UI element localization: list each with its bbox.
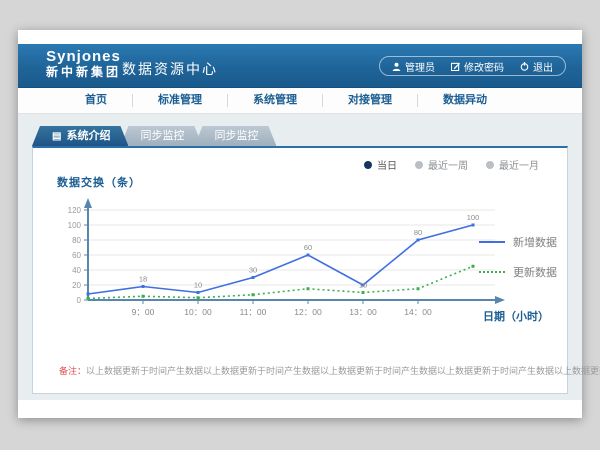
note-prefix: 备注： [59,366,86,376]
svg-text:40: 40 [72,266,81,275]
nav-item-data-change[interactable]: 数据异动 [418,94,512,107]
x-axis-title: 日期（小时） [483,308,549,324]
radio-icon [415,161,423,169]
change-password-label: 修改密码 [464,59,504,74]
tab-bar: ▤ 系统介绍 同步监控 同步监控 [32,126,268,146]
tab-label: 同步监控 [214,130,258,142]
dotted-line-swatch-icon [479,271,505,273]
legend-label: 更新数据 [513,264,557,280]
change-password-button[interactable]: 修改密码 [451,59,504,74]
radio-today[interactable]: 当日 [364,157,397,172]
nav-item-standard-mgmt[interactable]: 标准管理 [133,94,228,107]
svg-text:11：00: 11：00 [240,307,267,317]
user-icon [392,62,401,71]
svg-text:80: 80 [72,236,81,245]
logo-text-cn: 新中新集团 [46,66,121,79]
radio-label: 最近一月 [499,157,539,172]
radio-label: 当日 [377,157,397,172]
svg-text:10: 10 [359,281,367,290]
svg-text:18: 18 [139,275,147,284]
app-window: Synjones 新中新集团 数据资源中心 管理员 修改密码 退出 首页 标准管… [18,30,582,418]
radio-label: 最近一周 [428,157,468,172]
svg-text:9：00: 9：00 [132,307,155,317]
main-nav: 首页 标准管理 系统管理 对接管理 数据异动 [18,88,582,114]
edit-icon [451,62,460,71]
tab-label: 系统介绍 [66,130,110,142]
svg-text:14：00: 14：00 [404,307,432,317]
company-logo: Synjones 新中新集团 [46,49,121,79]
content-area: ▤ 系统介绍 同步监控 同步监控 当日 最近一周 [18,114,582,400]
chart-legend: 新增数据 更新数据 [479,234,557,294]
svg-text:60: 60 [72,251,81,260]
logout-button[interactable]: 退出 [520,59,553,74]
line-chart: 0 20 40 60 80 100 120 9：00 10：00 11：00 12：00 13：00 1… [43,190,521,330]
note-text: 以上数据更新于时间产生数据以上数据更新于时间产生数据以上数据更新于时间产生数据以… [86,366,600,376]
tab-label: 同步监控 [140,130,184,142]
chart-panel: 当日 最近一周 最近一月 数据交换（条） 0 20 40 60 80 100 120 9：00… [32,146,568,394]
app-header: Synjones 新中新集团 数据资源中心 管理员 修改密码 退出 [18,44,582,88]
svg-text:100: 100 [68,221,82,230]
svg-text:12：00: 12：00 [294,307,322,317]
tab-sync-monitor-1[interactable]: 同步监控 [120,126,202,146]
radio-icon [486,161,494,169]
logo-text-en: Synjones [46,49,121,66]
nav-item-system-mgmt[interactable]: 系统管理 [228,94,323,107]
time-range-filter: 当日 最近一周 最近一月 [364,157,539,172]
tab-system-intro[interactable]: ▤ 系统介绍 [32,126,128,146]
svg-text:0: 0 [77,296,82,305]
radio-icon [364,161,372,169]
svg-text:80: 80 [414,228,422,237]
tab-sync-monitor-2[interactable]: 同步监控 [194,126,276,146]
page-title: 数据资源中心 [122,59,218,79]
svg-text:13：00: 13：00 [349,307,377,317]
chart-container: 0 20 40 60 80 100 120 9：00 10：00 11：00 12：00 13：00 1… [43,190,521,335]
user-toolbar: 管理员 修改密码 退出 [379,56,566,76]
solid-line-swatch-icon [479,241,505,243]
logout-label: 退出 [533,59,553,74]
nav-item-home[interactable]: 首页 [60,94,133,107]
radio-last-week[interactable]: 最近一周 [415,157,468,172]
svg-text:10: 10 [194,281,202,290]
power-icon [520,62,529,71]
svg-text:10：00: 10：00 [184,307,212,317]
svg-text:100: 100 [467,213,480,222]
svg-text:120: 120 [68,206,82,215]
current-user-label: 管理员 [405,59,435,74]
footer-note: 备注：以上数据更新于时间产生数据以上数据更新于时间产生数据以上数据更新于时间产生… [59,364,600,377]
svg-text:30: 30 [249,266,257,275]
desktop-background: { "header": { "logo_line1": "Synjones", … [0,0,600,450]
svg-text:60: 60 [304,243,312,252]
current-user-button[interactable]: 管理员 [392,59,435,74]
legend-item-new-data: 新增数据 [479,234,557,250]
y-axis-title: 数据交换（条） [57,174,141,190]
legend-item-updated-data: 更新数据 [479,264,557,280]
radio-last-month[interactable]: 最近一月 [486,157,539,172]
svg-text:20: 20 [72,281,81,290]
nav-item-interface-mgmt[interactable]: 对接管理 [323,94,418,107]
legend-label: 新增数据 [513,234,557,250]
document-icon: ▤ [52,131,61,142]
